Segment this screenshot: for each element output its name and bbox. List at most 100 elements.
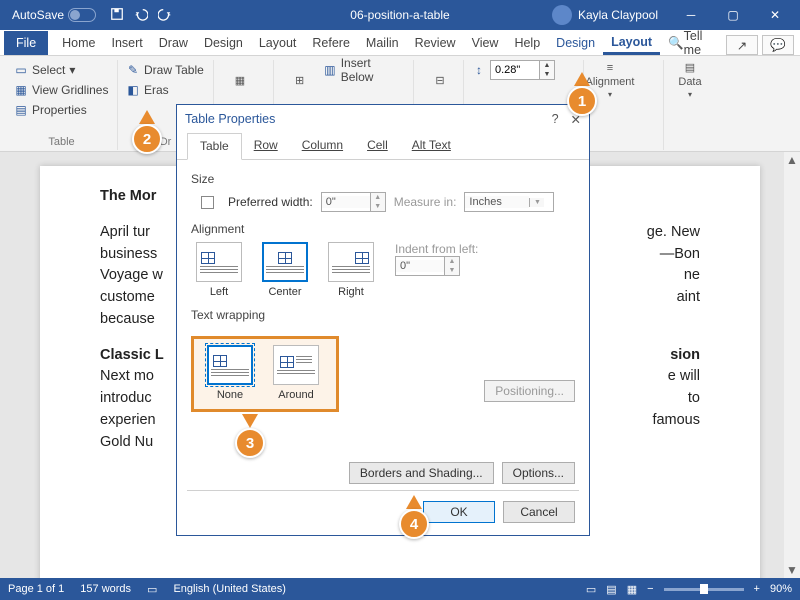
align-right-option[interactable]: Right — [323, 242, 379, 298]
align-left-option[interactable]: Left — [191, 242, 247, 298]
text: —Bon — [660, 244, 700, 266]
align-left-label: Left — [210, 286, 228, 298]
avatar — [552, 5, 572, 25]
text: Next mo — [100, 366, 154, 388]
tell-me-label: Tell me — [684, 29, 718, 57]
tab-insert[interactable]: Insert — [104, 31, 151, 55]
borders-shading-button[interactable]: Borders and Shading... — [349, 462, 494, 484]
scroll-down-icon[interactable]: ▼ — [784, 562, 800, 578]
delete-icon: ▦ — [235, 74, 245, 87]
dialog-body: Size Preferred width: ▲▼ Measure in: ▼ A… — [177, 160, 589, 490]
alignment-section-label: Alignment — [191, 222, 575, 236]
tab-draw[interactable]: Draw — [151, 31, 196, 55]
tab-review[interactable]: Review — [407, 31, 464, 55]
spin-up-icon[interactable]: ▲ — [540, 61, 554, 70]
insert-below-button[interactable]: ▥Insert Below — [323, 60, 405, 80]
draw-table-button[interactable]: ✎Draw Table — [126, 60, 205, 80]
tab-layout[interactable]: Layout — [251, 31, 305, 55]
dlg-tab-row[interactable]: Row — [242, 133, 290, 159]
ok-button[interactable]: OK — [423, 501, 495, 523]
quick-access-toolbar — [110, 7, 172, 24]
dlg-tab-cell[interactable]: Cell — [355, 133, 400, 159]
autosave-toggle[interactable]: AutoSave — [12, 8, 96, 22]
eraser-button[interactable]: ◧Eras — [126, 80, 205, 100]
dialog-tabs: Table Row Column Cell Alt Text — [177, 133, 589, 160]
minimize-button[interactable]: ─ — [670, 0, 712, 30]
undo-icon[interactable] — [134, 7, 148, 24]
text: business — [100, 244, 157, 266]
row-height-field[interactable] — [491, 64, 539, 76]
close-button[interactable]: ✕ — [754, 0, 796, 30]
tab-mailings[interactable]: Mailin — [358, 31, 407, 55]
insert-above-button[interactable]: ⊞ — [282, 60, 317, 100]
select-button[interactable]: ▭Select ▾ — [14, 60, 109, 80]
align-center-label: Center — [268, 286, 301, 298]
scroll-up-icon[interactable]: ▲ — [784, 152, 800, 168]
web-layout-icon[interactable]: ▦ — [627, 583, 637, 596]
zoom-in-button[interactable]: + — [754, 583, 760, 595]
eraser-icon: ◧ — [126, 83, 140, 97]
properties-button[interactable]: ▤Properties — [14, 100, 109, 120]
data-button[interactable]: ▤Data▾ — [672, 60, 708, 100]
zoom-level[interactable]: 90% — [770, 583, 792, 595]
print-layout-icon[interactable]: ▤ — [606, 583, 616, 596]
delete-button[interactable]: ▦ — [222, 60, 258, 100]
options-button[interactable]: Options... — [502, 462, 575, 484]
word-count[interactable]: 157 words — [80, 583, 131, 595]
tab-table-design[interactable]: Design — [548, 31, 603, 55]
cancel-button[interactable]: Cancel — [503, 501, 575, 523]
row-height-input[interactable]: ▲▼ — [490, 60, 555, 80]
wrap-none-option[interactable]: None — [202, 345, 258, 401]
properties-icon: ▤ — [14, 103, 28, 117]
merge-icon: ⊟ — [435, 74, 444, 87]
group-data: ▤Data▾ — [664, 60, 734, 150]
dlg-tab-table[interactable]: Table — [187, 133, 242, 160]
wrap-around-option[interactable]: Around — [268, 345, 324, 401]
redo-icon[interactable] — [158, 7, 172, 24]
user-area[interactable]: Kayla Claypool — [552, 5, 658, 25]
text: Voyage w — [100, 265, 163, 287]
tab-view[interactable]: View — [464, 31, 507, 55]
share-button[interactable]: ↗ — [726, 35, 758, 55]
measure-unit-select: ▼ — [464, 192, 554, 212]
alignment-options: Left Center Right — [191, 242, 379, 298]
title-bar: AutoSave 06-position-a-table Kayla Clayp… — [0, 0, 800, 30]
draw-table-icon: ✎ — [126, 63, 140, 77]
view-gridlines-button[interactable]: ▦View Gridlines — [14, 80, 109, 100]
maximize-button[interactable]: ▢ — [712, 0, 754, 30]
dlg-tab-alttext[interactable]: Alt Text — [400, 133, 463, 159]
tab-help[interactable]: Help — [506, 31, 548, 55]
dialog-help-button[interactable]: ? — [552, 112, 559, 127]
tab-table-layout[interactable]: Layout — [603, 31, 660, 55]
alignment-label: Alignment — [586, 76, 635, 88]
save-icon[interactable] — [110, 7, 124, 24]
pref-width-checkbox[interactable] — [201, 196, 214, 209]
page-indicator[interactable]: Page 1 of 1 — [8, 583, 64, 595]
insert-below-icon: ▥ — [323, 63, 337, 77]
text: April tur — [100, 222, 150, 244]
zoom-out-button[interactable]: − — [647, 583, 653, 595]
measure-unit-field — [465, 196, 529, 208]
indent-input: ▲▼ — [395, 256, 460, 276]
data-label: Data — [678, 76, 701, 88]
zoom-slider[interactable] — [664, 588, 744, 591]
spin-down-icon[interactable]: ▼ — [540, 70, 554, 79]
text: because — [100, 311, 155, 327]
tab-references[interactable]: Refere — [304, 31, 358, 55]
read-mode-icon[interactable]: ▭ — [586, 583, 596, 596]
text-wrapping-highlight: None Around — [191, 336, 339, 412]
align-center-option[interactable]: Center — [257, 242, 313, 298]
tell-me[interactable]: 🔍 Tell me — [660, 31, 726, 55]
dlg-tab-column[interactable]: Column — [290, 133, 355, 159]
merge-button[interactable]: ⊟ — [422, 60, 458, 100]
data-icon: ▤ — [685, 61, 695, 74]
language-indicator[interactable]: English (United States) — [173, 583, 286, 595]
tab-file[interactable]: File — [4, 31, 48, 55]
alignment-button[interactable]: ≡Alignment▾ — [592, 60, 628, 100]
tab-home[interactable]: Home — [54, 31, 103, 55]
dialog-close-button[interactable]: ✕ — [571, 112, 581, 127]
tab-design[interactable]: Design — [196, 31, 251, 55]
comments-button[interactable]: 💬 — [762, 35, 794, 55]
vertical-scrollbar[interactable]: ▲ ▼ — [784, 152, 800, 578]
spellcheck-icon[interactable]: ▭ — [147, 583, 157, 596]
